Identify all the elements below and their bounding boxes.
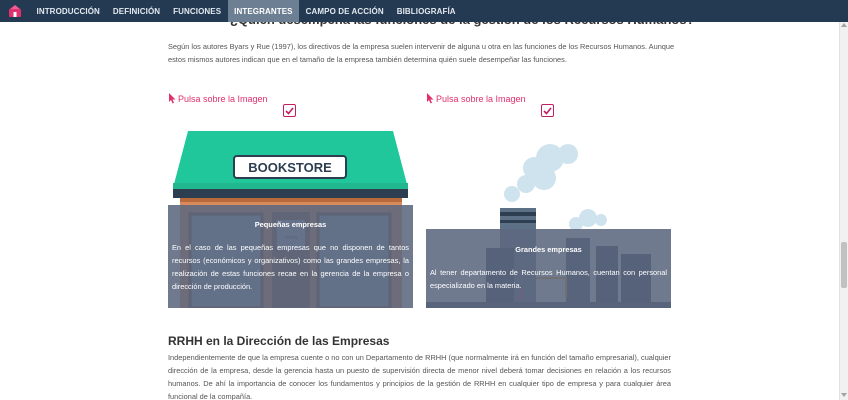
scroll-down-icon[interactable] <box>841 393 847 397</box>
logo-icon[interactable] <box>4 0 26 22</box>
overlay-text-small: En el caso de las pequeñas empresas que … <box>172 243 409 291</box>
page-scrollbar[interactable] <box>839 22 848 400</box>
overlay-title-large: Grandes empresas <box>515 245 582 254</box>
overlay-text-large: Al tener departamento de Recursos Humano… <box>430 268 667 290</box>
top-navbar: INTRODUCCIÓN DEFINICIÓN FUNCIONES INTEGR… <box>0 0 848 22</box>
rrhh-paragraph: Independientemente de que la empresa cue… <box>168 353 671 400</box>
nav-item-introduccion[interactable]: INTRODUCCIÓN <box>30 0 106 22</box>
hint-right[interactable]: Pulsa sobre la Imagen <box>426 93 526 104</box>
cursor-pointer-icon <box>169 93 176 104</box>
card-small-business[interactable]: BOOKSTORE OPEN Pequeñas empresas En el c… <box>168 128 413 308</box>
checkbox-right-icon[interactable] <box>541 104 554 117</box>
cursor-pointer-icon <box>427 93 434 104</box>
hint-left[interactable]: Pulsa sobre la Imagen <box>168 93 268 104</box>
bookstore-sign: BOOKSTORE <box>248 160 332 175</box>
nav-item-bibliografia[interactable]: BIBLIOGRAFÍA <box>390 0 462 22</box>
scroll-thumb[interactable] <box>841 242 847 288</box>
nav-item-integrantes[interactable]: INTEGRANTES <box>227 0 300 22</box>
overlay-title-small: Pequeñas empresas <box>254 220 327 229</box>
card-large-business[interactable]: Grandes empresas Al tener departamento d… <box>426 128 671 308</box>
nav-item-campo-de-accion[interactable]: CAMPO DE ACCIÓN <box>299 0 390 22</box>
intro-paragraph: Según los autores Byars y Rue (1997), lo… <box>168 42 675 64</box>
scroll-up-icon[interactable] <box>841 23 847 27</box>
hint-left-label: Pulsa sobre la Imagen <box>178 93 268 104</box>
overlay-large-business: Grandes empresas Al tener departamento d… <box>426 229 671 308</box>
checkbox-left-icon[interactable] <box>283 104 296 117</box>
rrhh-heading: RRHH en la Dirección de las Empresas <box>168 334 390 348</box>
hint-right-label: Pulsa sobre la Imagen <box>436 93 526 104</box>
overlay-small-business: Pequeñas empresas En el caso de las pequ… <box>168 205 413 308</box>
nav-item-definicion[interactable]: DEFINICIÓN <box>106 0 166 22</box>
nav-item-funciones[interactable]: FUNCIONES <box>167 0 228 22</box>
